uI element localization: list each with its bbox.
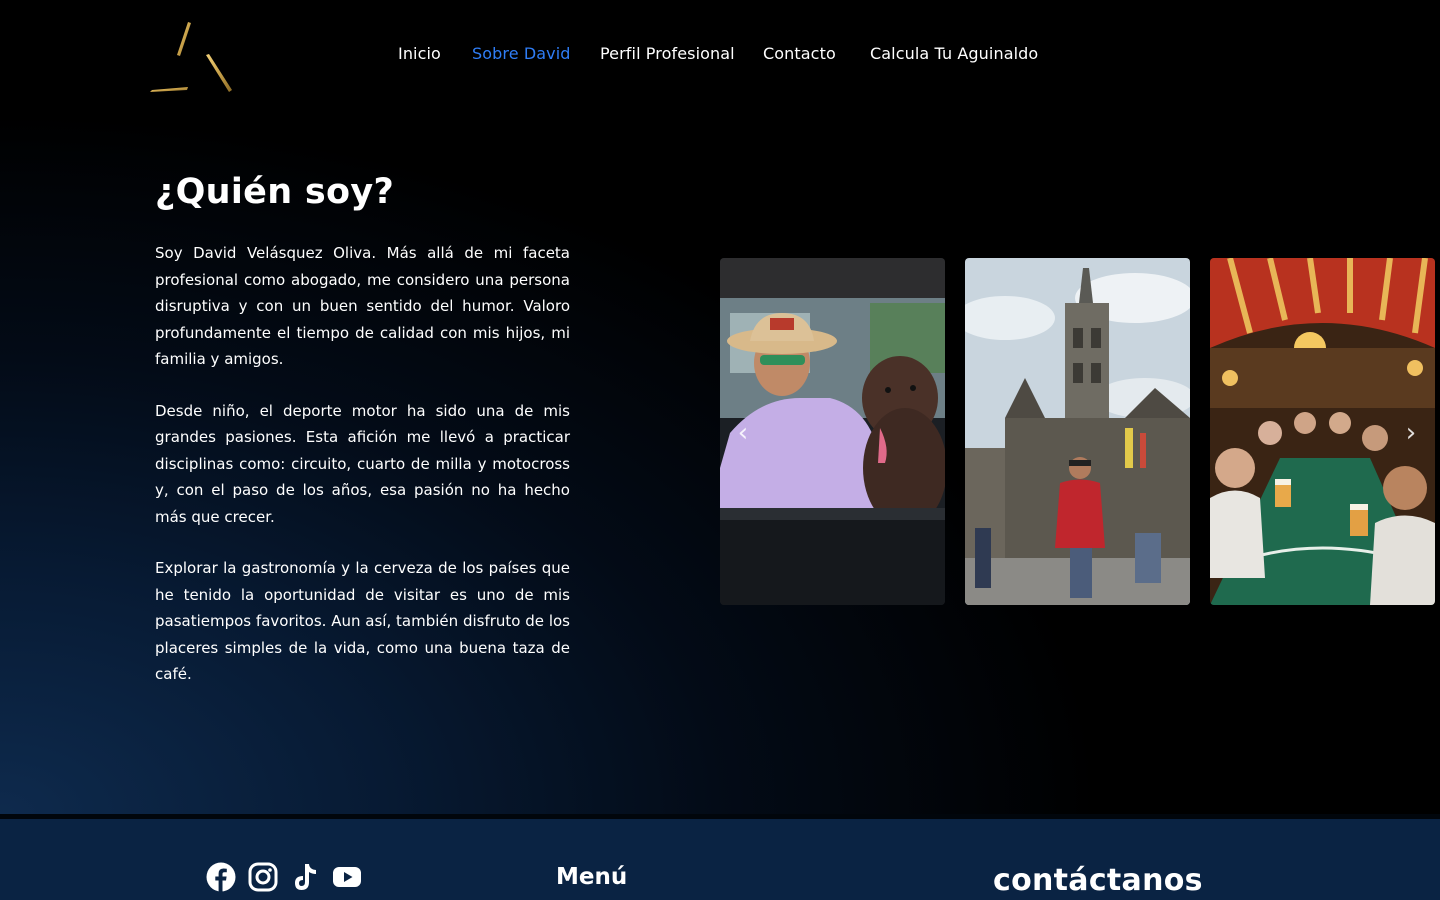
logo[interactable] (148, 20, 234, 94)
photo-city-hall (965, 258, 1190, 605)
bio-paragraph: Desde niño, el deporte motor ha sido una… (155, 401, 570, 526)
page-title: ¿Quién soy? (155, 172, 395, 212)
carousel-prev-button[interactable]: ‹ (732, 418, 754, 448)
footer-menu-heading: Menú (556, 864, 628, 890)
youtube-icon[interactable] (332, 862, 362, 892)
nav-item-contacto[interactable]: Contacto (763, 44, 836, 63)
chevron-right-icon: › (1405, 418, 1417, 448)
tiktok-icon[interactable] (290, 862, 320, 892)
nav-item-sobre-david[interactable]: Sobre David (472, 44, 571, 63)
bio-text: Soy David Velásquez Oliva. Más allá de m… (155, 240, 570, 713)
instagram-icon[interactable] (248, 862, 278, 892)
nav-item-inicio[interactable]: Inicio (398, 44, 441, 63)
bio-paragraph: Explorar la gastronomía y la cerveza de … (155, 559, 570, 683)
nav-item-calcula-aguinaldo[interactable]: Calcula Tu Aguinaldo (870, 44, 1038, 63)
footer: Menú contáctanos (0, 819, 1440, 900)
hero-section: Inicio Sobre David Perfil Profesional Co… (0, 0, 1440, 814)
footer-contact-heading: contáctanos (993, 863, 1203, 898)
carousel-next-button[interactable]: › (1400, 418, 1422, 448)
facebook-icon[interactable] (206, 862, 236, 892)
bio-paragraph: Soy David Velásquez Oliva. Más allá de m… (155, 244, 570, 368)
nav-item-perfil-profesional[interactable]: Perfil Profesional (600, 44, 735, 63)
carousel-photo (965, 258, 1190, 605)
chevron-left-icon: ‹ (737, 418, 749, 448)
photo-carousel: ‹ › (720, 258, 1440, 605)
